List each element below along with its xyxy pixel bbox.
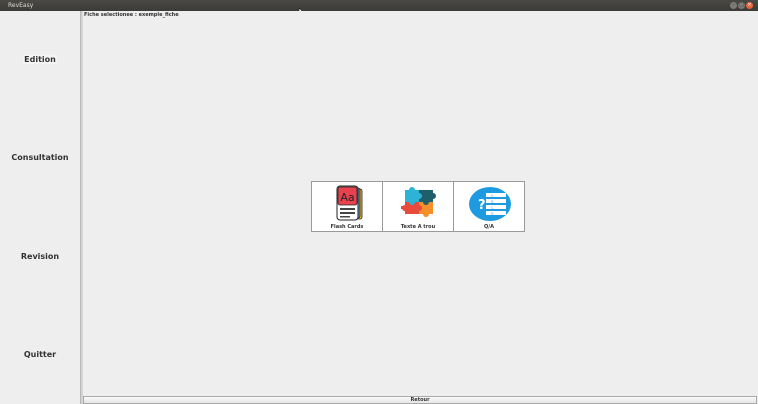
svg-text:B.: B. [491, 200, 494, 204]
texte-a-trou-label: Texte A trou [400, 224, 436, 230]
sidebar-item-revision[interactable]: Revision [0, 249, 80, 265]
qa-icon: ? A. B. C. D. [469, 187, 511, 221]
window-controls: – □ × [730, 2, 753, 9]
puzzle-icon [401, 187, 436, 217]
sidebar-item-label: Revision [20, 252, 60, 261]
texte-a-trou-button[interactable]: Texte A trou [382, 181, 454, 232]
sidebar-item-label: Edition [23, 55, 57, 64]
sidebar-item-consultation[interactable]: Consultation [0, 150, 80, 166]
minimize-button[interactable]: – [730, 2, 737, 9]
sidebar-item-edition[interactable]: Edition [0, 52, 80, 68]
svg-text:C.: C. [491, 206, 494, 210]
sidebar-item-label: Quitter [23, 350, 57, 359]
sidebar-item-label: Consultation [11, 153, 69, 162]
sidebar: Edition Consultation Revision Quitter [0, 11, 80, 404]
flash-cards-icon: Aa [336, 185, 363, 221]
qa-label: Q/A [484, 224, 494, 230]
flash-cards-label: Flash Cards [330, 224, 364, 230]
revision-mode-selector: Aa Flash Cards Texte A trou ? A. B. C. D… [311, 181, 525, 232]
sidebar-item-quitter[interactable]: Quitter [0, 347, 80, 363]
svg-text:A.: A. [491, 194, 494, 198]
flash-cards-button[interactable]: Aa Flash Cards [311, 181, 383, 232]
window-title: RevEasy [8, 2, 34, 9]
svg-text:D.: D. [491, 212, 494, 216]
svg-text:?: ? [478, 198, 486, 213]
selected-sheet-label: Fiche selectionee : exemple_fiche [84, 12, 179, 18]
title-bar: RevEasy – □ × [0, 0, 758, 11]
close-button[interactable]: × [746, 2, 753, 9]
app-window: RevEasy – □ × Edition Consultation Revis… [0, 0, 758, 404]
maximize-button[interactable]: □ [738, 2, 745, 9]
retour-button[interactable]: Retour [83, 396, 757, 404]
qa-button[interactable]: ? A. B. C. D. Q/A [453, 181, 525, 232]
main-panel: Fiche selectionee : exemple_fiche Aa Fla… [83, 11, 758, 396]
svg-text:Aa: Aa [340, 191, 354, 204]
